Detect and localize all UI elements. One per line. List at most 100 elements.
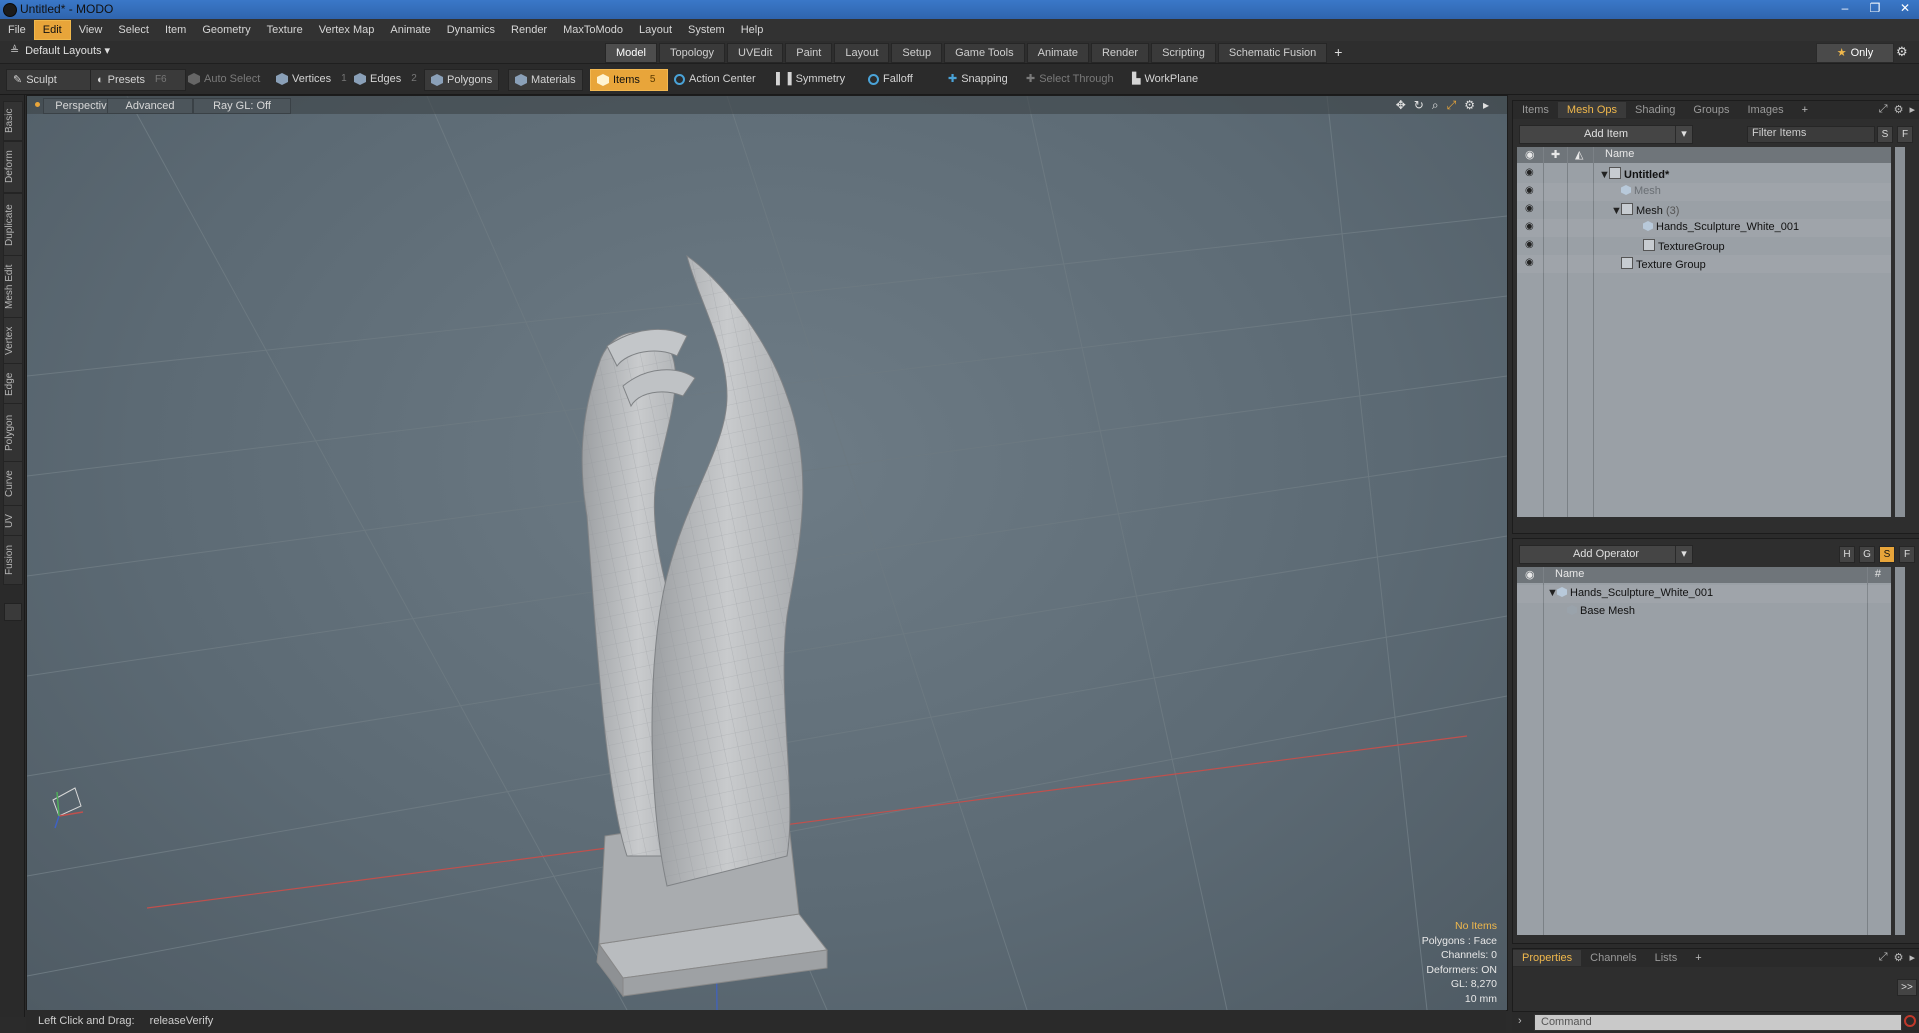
tab-animate[interactable]: Animate (1026, 43, 1089, 63)
tab-paint[interactable]: Paint (785, 43, 833, 63)
s-toggle-button[interactable]: S (1877, 126, 1893, 143)
menu-select[interactable]: Select (110, 21, 157, 39)
items-button[interactable]: Items 5 (590, 69, 668, 91)
tab-lists[interactable]: Lists (1646, 950, 1687, 966)
menu-vertex-map[interactable]: Vertex Map (311, 21, 383, 39)
vtab-polygon[interactable]: Polygon (3, 403, 23, 463)
sculpt-button[interactable]: ✎ Sculpt (6, 69, 98, 91)
eye-icon[interactable]: ◉ (1525, 258, 1537, 268)
tab-layout[interactable]: Layout (834, 43, 890, 63)
vtab-deform[interactable]: Deform (3, 141, 23, 193)
list-item[interactable]: ▼ Hands_Sculpture_White_001 (1517, 585, 1891, 603)
vtab-curve[interactable]: Curve (3, 461, 23, 507)
operator-list-scrollbar[interactable] (1895, 567, 1905, 935)
list-item[interactable]: ◉ Mesh (1517, 183, 1891, 201)
menu-help[interactable]: Help (733, 21, 772, 39)
add-tab-button[interactable]: + (1329, 43, 1347, 63)
only-button[interactable]: ★ Only (1816, 43, 1894, 63)
list-item[interactable]: ◉ ▼ Untitled* (1517, 165, 1891, 183)
add-panel-tab-button[interactable]: + (1793, 102, 1817, 118)
polygons-button[interactable]: Polygons (424, 69, 500, 91)
eye-icon[interactable]: ◉ (1525, 204, 1537, 214)
maximize-viewport-icon[interactable]: ⤢ (1447, 98, 1457, 113)
presets-button[interactable]: ◐ Presets F6 (90, 69, 186, 91)
viewport-menu-icon[interactable]: ▸ (1483, 98, 1489, 113)
add-operator-button[interactable]: Add Operator ▾ (1519, 545, 1693, 564)
pan-icon[interactable]: ✥ (1396, 98, 1406, 113)
panel-menu-icon[interactable]: ▸ (1909, 951, 1915, 964)
maximize-button[interactable]: ❐ (1867, 1, 1883, 15)
tab-game-tools[interactable]: Game Tools (944, 43, 1025, 63)
eye-icon[interactable]: ◉ (1525, 186, 1537, 196)
tab-images[interactable]: Images (1739, 102, 1793, 118)
vtab-edge[interactable]: Edge (3, 363, 23, 405)
item-list-scrollbar[interactable] (1895, 147, 1905, 517)
menu-animate[interactable]: Animate (382, 21, 438, 39)
advanced-button[interactable]: Advanced (107, 98, 193, 114)
symmetry-button[interactable]: ▌▐ Symmetry (770, 69, 851, 89)
s-toggle-button[interactable]: S (1879, 546, 1895, 563)
expand-triangle-icon[interactable]: ▼ (1599, 169, 1610, 181)
chevron-down-icon[interactable]: ▾ (1675, 546, 1692, 563)
vtab-vertex[interactable]: Vertex (3, 317, 23, 365)
list-item[interactable]: ◉ Hands_Sculpture_White_001 (1517, 219, 1891, 237)
sidebar-toggle-button[interactable] (4, 603, 22, 621)
menu-maxtomodo[interactable]: MaxToModo (555, 21, 631, 39)
menu-edit[interactable]: Edit (33, 20, 71, 40)
chevron-down-icon[interactable]: ▾ (1675, 126, 1692, 143)
name-column-header[interactable]: Name (1555, 568, 1584, 580)
collapse-icon[interactable]: ≜ (10, 44, 22, 57)
filter-items-input[interactable]: Filter Items (1747, 126, 1875, 143)
stop-icon[interactable] (1904, 1015, 1916, 1027)
tab-shading[interactable]: Shading (1626, 102, 1684, 118)
name-column-header[interactable]: Name (1605, 148, 1634, 160)
expand-panel-icon[interactable]: ⤢ (1879, 103, 1888, 116)
vtab-uv[interactable]: UV (3, 505, 23, 537)
f-toggle-button[interactable]: F (1899, 546, 1915, 563)
tab-groups[interactable]: Groups (1684, 102, 1738, 118)
menu-dynamics[interactable]: Dynamics (439, 21, 503, 39)
list-item[interactable]: ◉ ▼ Mesh (3) (1517, 201, 1891, 219)
menu-geometry[interactable]: Geometry (194, 21, 258, 39)
g-toggle-button[interactable]: G (1859, 546, 1875, 563)
menu-texture[interactable]: Texture (259, 21, 311, 39)
edges-button[interactable]: Edges 2 (348, 69, 423, 89)
add-item-button[interactable]: Add Item ▾ (1519, 125, 1693, 144)
tab-scripting[interactable]: Scripting (1151, 43, 1216, 63)
close-button[interactable]: ✕ (1897, 1, 1913, 15)
panel-gear-icon[interactable]: ⚙ (1894, 951, 1904, 964)
eye-icon[interactable]: ◉ (1525, 240, 1537, 250)
3d-viewport[interactable]: Perspective Advanced Ray GL: Off ✥ ↻ ⌕ ⤢… (26, 95, 1508, 1011)
list-item[interactable]: ◉ TextureGroup (1517, 237, 1891, 255)
vertices-button[interactable]: Vertices 1 (270, 69, 353, 89)
vtab-mesh-edit[interactable]: Mesh Edit (3, 255, 23, 319)
vtab-basic[interactable]: Basic (3, 101, 23, 141)
menu-layout[interactable]: Layout (631, 21, 680, 39)
expand-panel-icon[interactable]: ⤢ (1879, 951, 1888, 964)
vtab-fusion[interactable]: Fusion (3, 535, 23, 585)
tab-properties[interactable]: Properties (1513, 950, 1582, 966)
menu-system[interactable]: System (680, 21, 733, 39)
expand-triangle-icon[interactable]: ▼ (1547, 587, 1558, 599)
f-toggle-button[interactable]: F (1897, 126, 1913, 143)
rotate-icon[interactable]: ↻ (1414, 98, 1424, 113)
expand-properties-button[interactable]: >> (1897, 979, 1917, 996)
tab-setup[interactable]: Setup (891, 43, 943, 63)
panel-menu-icon[interactable]: ▸ (1909, 103, 1915, 116)
viewport-gear-icon[interactable]: ⚙ (1464, 98, 1475, 113)
menu-item[interactable]: Item (157, 21, 194, 39)
list-item[interactable]: Base Mesh (1517, 603, 1891, 621)
tab-topology[interactable]: Topology (658, 43, 726, 63)
tab-schematic-fusion[interactable]: Schematic Fusion (1217, 43, 1328, 63)
tab-mesh-ops[interactable]: Mesh Ops (1557, 102, 1627, 118)
tab-items[interactable]: Items (1513, 102, 1558, 118)
minimize-button[interactable]: – (1837, 1, 1853, 15)
menu-render[interactable]: Render (503, 21, 555, 39)
tab-render[interactable]: Render (1090, 43, 1150, 63)
expand-triangle-icon[interactable]: ▼ (1611, 205, 1622, 217)
snapping-button[interactable]: ✚ Snapping (942, 69, 1014, 89)
eye-icon[interactable]: ◉ (1525, 168, 1537, 178)
workplane-button[interactable]: ▙ WorkPlane (1126, 69, 1204, 89)
falloff-button[interactable]: Falloff (862, 69, 919, 89)
layout-selector[interactable]: ≜ Default Layouts ▾ (10, 44, 110, 57)
